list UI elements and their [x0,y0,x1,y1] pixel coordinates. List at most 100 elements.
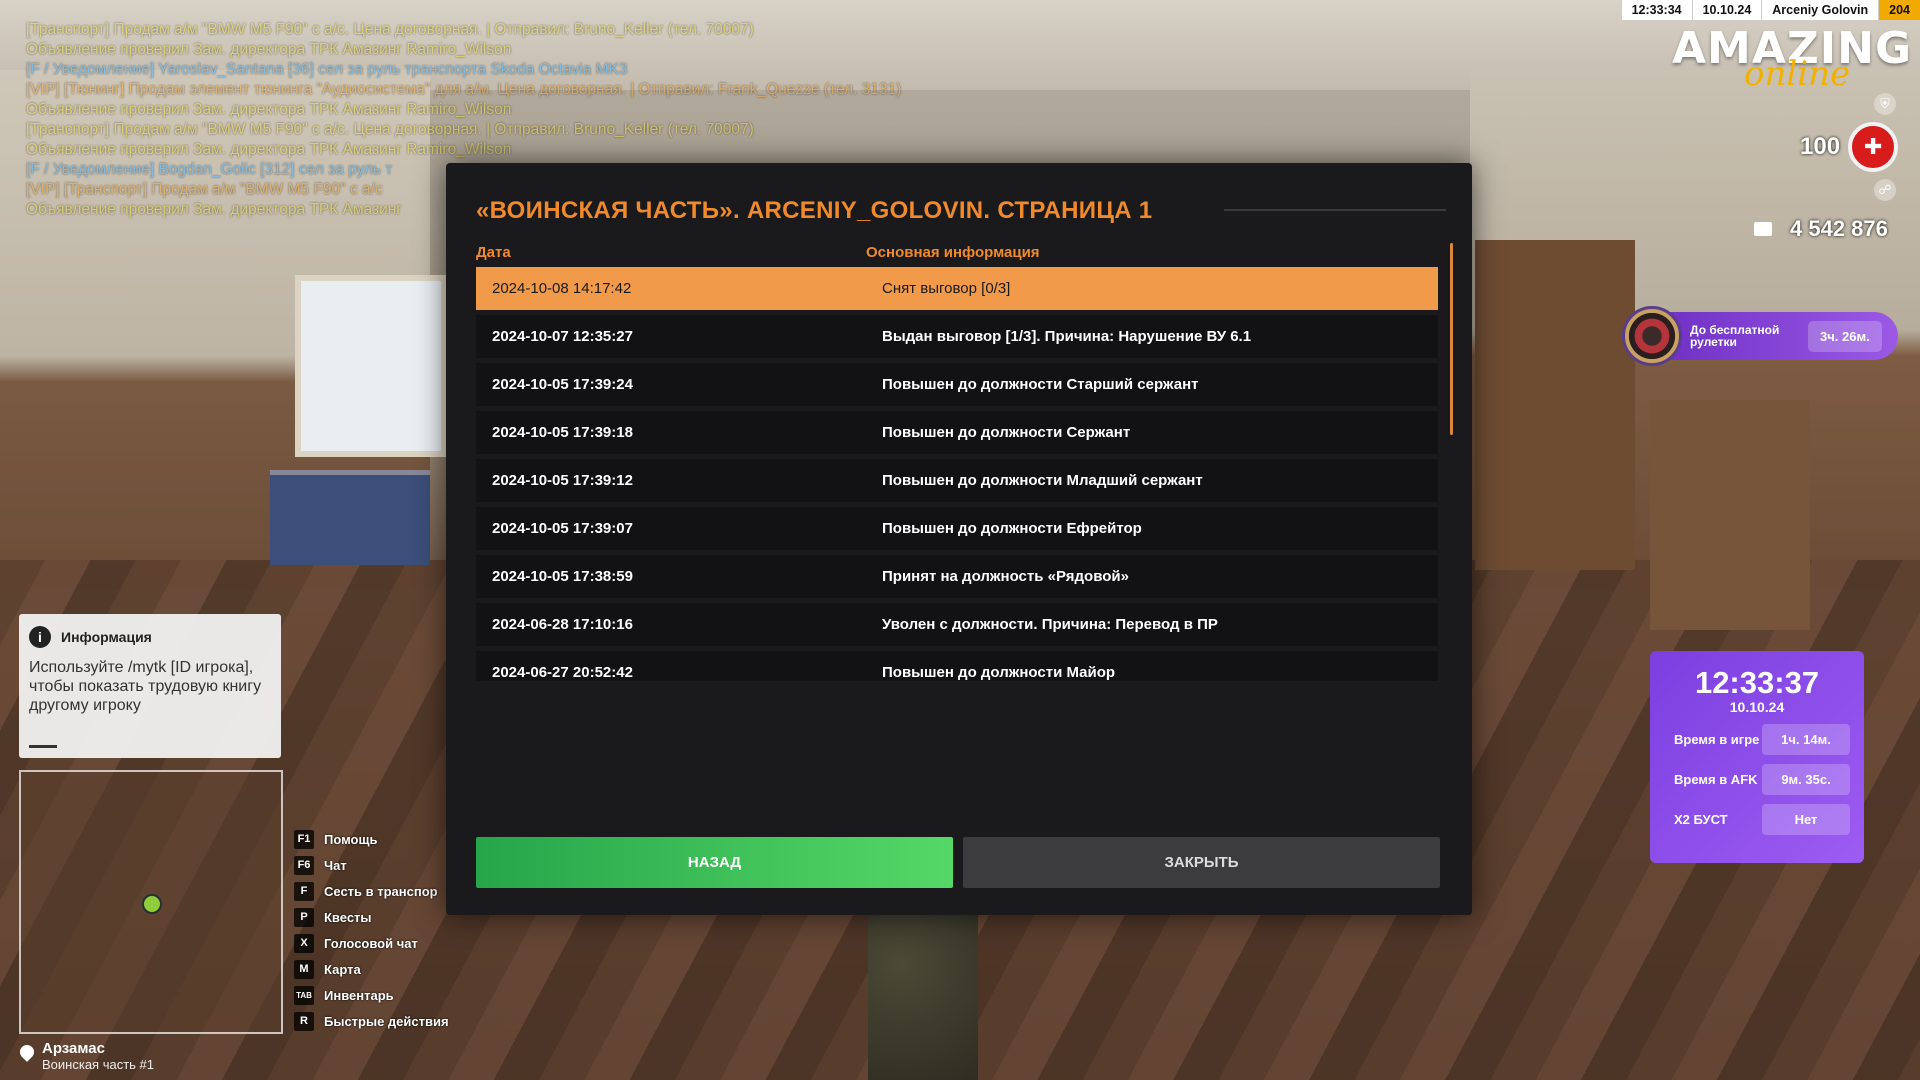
money-value: 4 542 876 [1790,216,1888,241]
row-info: Снят выговор [0/3] [882,280,1011,297]
hotkey-item: F Сесть в транспор [294,878,449,904]
info-text: Используйте /mytk [ID игрока], чтобы пок… [29,659,262,714]
row-date: 2024-10-05 17:39:18 [492,424,633,441]
chat-line: Объявление проверил Зам. директора ТРК А… [26,141,512,158]
title-divider [1224,209,1446,211]
close-button[interactable]: ЗАКРЫТЬ [963,837,1440,888]
table-row[interactable]: 2024-06-27 20:52:42 Повышен до должности … [476,651,1438,681]
table-row[interactable]: 2024-10-07 12:35:27 Выдан выговор [1/3]. … [476,315,1438,358]
table-row[interactable]: 2024-10-08 14:17:42 Снят выговор [0/3] [476,267,1438,310]
info-notification: i Информация Используйте /mytk [ID игрок… [19,614,281,758]
dialog-title: «ВОИНСКАЯ ЧАСТЬ». ARCENIY_GOLOVIN. СТРАН… [476,197,1153,224]
row-date: 2024-10-08 14:17:42 [492,280,632,297]
logo-sub: online [1744,54,1851,94]
table-row[interactable]: 2024-06-28 17:10:16 Уволен с должности. П… [476,603,1438,646]
hotkey-key: F6 [294,855,314,875]
hotkey-item: X Голосовой чат [294,930,449,956]
scene-bed [270,470,430,565]
roulette-wheel-icon [1622,306,1682,366]
scene-cabinet-2 [1650,400,1810,630]
time-panel-row-value: Нет [1762,804,1850,835]
minimap[interactable] [19,770,283,1034]
row-info: Принят на должность «Рядовой» [882,568,1129,585]
scene-cabinet [1475,240,1635,570]
row-info: Выдан выговор [1/3]. Причина: Нарушение … [882,328,1252,345]
hotkey-label: Сесть в транспор [324,883,438,899]
hotkey-key: X [294,933,314,953]
hotkey-key: R [294,1011,314,1031]
time-panel-row: Время в AFK 9м. 35с. [1674,764,1850,795]
row-date: 2024-10-05 17:39:07 [492,520,633,537]
row-date: 2024-10-05 17:38:59 [492,568,633,585]
row-info: Повышен до должности Младший сержант [882,472,1203,489]
info-icon: i [29,626,51,648]
hunger-icon: ☍ [1874,179,1896,201]
row-info: Повышен до должности Старший сержант [882,376,1199,393]
column-header-info: Основная информация [866,244,1040,261]
health-display: 100 ✚ [1800,122,1899,172]
hotkey-label: Карта [324,961,361,977]
free-roulette-timer[interactable]: До бесплатной рулетки 3ч. 26м. [1622,306,1898,366]
hotkey-label: Квесты [324,909,372,925]
back-button[interactable]: НАЗАД [476,837,953,888]
hotkey-item: P Квесты [294,904,449,930]
hotkey-key: F [294,881,314,901]
row-date: 2024-10-05 17:39:12 [492,472,633,489]
table-row[interactable]: 2024-10-05 17:38:59 Принят на должность «… [476,555,1438,598]
health-value: 100 [1800,133,1841,160]
work-book-dialog: «ВОИНСКАЯ ЧАСТЬ». ARCENIY_GOLOVIN. СТРАН… [446,163,1472,915]
roulette-time: 3ч. 26м. [1808,320,1882,352]
time-panel-row: X2 БУСТ Нет [1674,804,1850,835]
time-panel-row-value: 9м. 35с. [1762,764,1850,795]
table-row[interactable]: 2024-10-05 17:39:18 Повышен до должности … [476,411,1438,454]
time-panel-row-label: X2 БУСТ [1674,812,1728,827]
hotkey-item: TAB Инвентарь [294,982,449,1008]
hotkey-key: TAB [294,985,314,1005]
records-table[interactable]: 2024-10-08 14:17:42 Снят выговор [0/3] 202… [476,267,1438,681]
hotkey-item: F6 Чат [294,852,449,878]
location-pin-icon [17,1042,37,1062]
hotkey-list: F1 Помощь F6 Чат F Сесть в транспор P Квесты X Го… [294,826,449,1034]
chat-line: Объявление проверил Зам. директора ТРК А… [26,101,512,118]
info-title: Информация [61,629,152,645]
time-panel-date: 10.10.24 [1729,699,1785,715]
table-row[interactable]: 2024-10-05 17:39:07 Повышен до должности … [476,507,1438,550]
player-character [868,915,978,1080]
scene-window [295,275,447,457]
health-icon: ✚ [1848,122,1899,172]
hotkey-item: R Быстрые действия [294,1008,449,1034]
info-progress-bar [29,745,57,748]
hotkey-label: Чат [324,857,347,873]
table-row[interactable]: 2024-10-05 17:39:24 Повышен до должности … [476,363,1438,406]
table-scrollbar[interactable] [1450,243,1453,435]
hotkey-key: P [294,907,314,927]
hotkey-key: F1 [294,829,314,849]
table-row[interactable]: 2024-10-05 17:39:12 Повышен до должности … [476,459,1438,502]
wallet-icon [1754,222,1772,236]
chat-line: Объявление проверил Зам. директора ТРК А… [26,41,512,58]
chat-line: [Транспорт] Продам а/м "BMW M5 F90" с а/… [26,21,754,38]
time-panel-row-label: Время в AFK [1674,772,1758,787]
chat-line: [Транспорт] Продам а/м "BMW M5 F90" с а/… [26,121,754,138]
hotkey-label: Голосовой чат [324,935,418,951]
row-info: Повышен до должности Ефрейтор [882,520,1142,537]
row-info: Повышен до должности Майор [882,664,1116,681]
hotkey-label: Инвентарь [324,987,394,1003]
time-panel-row-value: 1ч. 14м. [1762,724,1850,755]
game-logo: AMAZING online [1672,26,1911,95]
hotkey-key: M [294,959,314,979]
player-id: 204 [1878,0,1920,20]
player-marker-icon [142,894,162,914]
row-info: Повышен до должности Сержант [882,424,1131,441]
server-time: 12:33:34 [1620,0,1692,20]
time-panel-clock: 12:33:37 [1694,665,1820,700]
row-date: 2024-10-07 12:35:27 [492,328,633,345]
money-display: 4 542 876 [1754,216,1888,242]
player-name: Arceniy Golovin [1761,0,1878,20]
roulette-label: До бесплатной рулетки [1690,323,1780,349]
chat-line: [F / Уведомление] Yaroslav_Santana [36] … [26,61,628,78]
time-panel: 12:33:37 10.10.24 Время в игре 1ч. 14м. … [1650,651,1864,863]
location-place: Воинская часть #1 [42,1057,154,1072]
location-label: Арзамас Воинская часть #1 [17,1040,154,1072]
hotkey-item: F1 Помощь [294,826,449,852]
